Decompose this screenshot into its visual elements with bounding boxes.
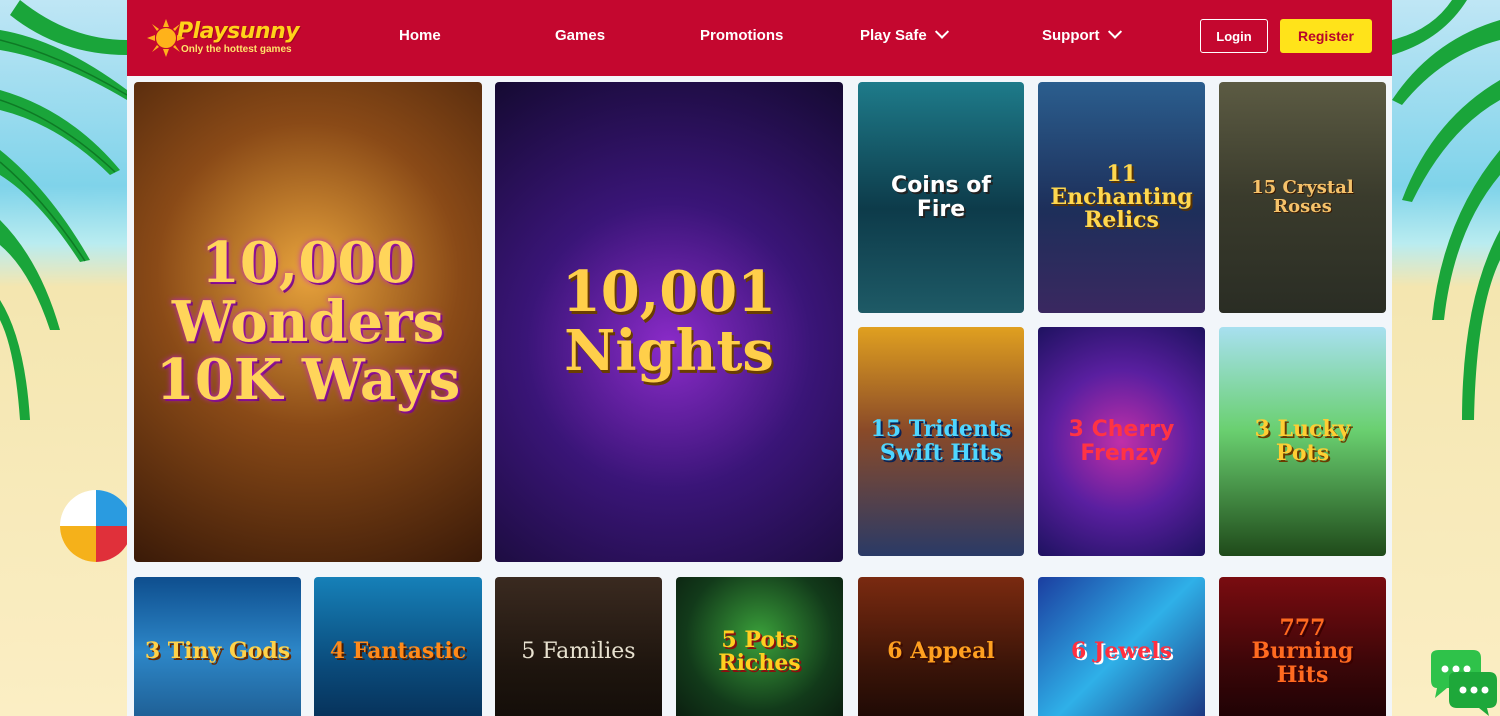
game-tile[interactable]: 5 Pots Riches [676, 577, 843, 716]
beach-ball-icon [60, 490, 127, 562]
game-title: 15 Crystal Roses [1251, 176, 1354, 217]
game-tile[interactable]: 10,001 Nights [495, 82, 843, 562]
nav-support[interactable]: Support [1042, 24, 1122, 44]
game-tile[interactable]: 3 Tiny Gods [134, 577, 301, 716]
main-page: Playsunny Only the hottest games Home Ga… [127, 0, 1392, 716]
game-title: 10,001 Nights [561, 259, 777, 384]
game-title: 11 Enchanting Relics [1050, 160, 1193, 234]
game-tile[interactable]: 11 Enchanting Relics [1038, 82, 1205, 313]
game-title: Coins of Fire [891, 173, 991, 222]
right-beach-decor [1392, 0, 1500, 716]
chevron-down-icon [934, 24, 949, 39]
game-tile[interactable]: 6 Jewels [1038, 577, 1205, 716]
main-nav: Home Games Promotions Play Safe Support … [127, 0, 1392, 76]
nav-home-label: Home [399, 27, 441, 44]
game-title: 3 Lucky Pots [1254, 416, 1351, 466]
game-tile[interactable]: 5 Families [495, 577, 662, 716]
left-beach-decor [0, 0, 127, 716]
game-tile[interactable]: 6 Appeal [858, 577, 1024, 716]
chevron-down-icon [1107, 24, 1122, 39]
site-header: Playsunny Only the hottest games Home Ga… [127, 0, 1392, 76]
register-button[interactable]: Register [1280, 19, 1372, 53]
game-tile[interactable]: 777 Burning Hits [1219, 577, 1386, 716]
game-tile[interactable]: Coins of Fire [858, 82, 1024, 313]
nav-play-safe[interactable]: Play Safe [860, 24, 949, 44]
game-title: 3 Cherry Frenzy [1068, 417, 1175, 466]
game-title: 5 Pots Riches [718, 626, 801, 676]
chat-bubbles-icon[interactable] [1421, 648, 1497, 716]
game-title: 4 Fantastic [329, 638, 467, 665]
game-tile[interactable]: 10,000 Wonders 10K Ways [134, 82, 482, 562]
game-title: 15 Tridents Swift Hits [870, 416, 1012, 466]
game-tile[interactable]: 3 Lucky Pots [1219, 327, 1386, 556]
game-title: 5 Families [521, 639, 636, 665]
nav-support-label: Support [1042, 27, 1100, 44]
nav-promotions[interactable]: Promotions [700, 27, 783, 44]
game-title: 777 Burning Hits [1251, 615, 1354, 688]
game-tile[interactable]: 15 Tridents Swift Hits [858, 327, 1024, 556]
game-title: 10,000 Wonders 10K Ways [155, 229, 461, 414]
nav-promotions-label: Promotions [700, 27, 784, 44]
nav-games-label: Games [555, 27, 606, 44]
game-title: 3 Tiny Gods [144, 638, 291, 665]
login-button[interactable]: Login [1200, 19, 1268, 53]
game-tile[interactable]: 4 Fantastic [314, 577, 482, 716]
game-title: 6 Appeal [887, 638, 995, 665]
game-tile[interactable]: 15 Crystal Roses [1219, 82, 1386, 313]
game-title: 6 Jewels [1070, 638, 1173, 665]
game-tile[interactable]: 3 Cherry Frenzy [1038, 327, 1205, 556]
nav-play-safe-label: Play Safe [860, 27, 927, 44]
nav-home[interactable]: Home [399, 27, 441, 44]
nav-games[interactable]: Games [555, 27, 605, 44]
